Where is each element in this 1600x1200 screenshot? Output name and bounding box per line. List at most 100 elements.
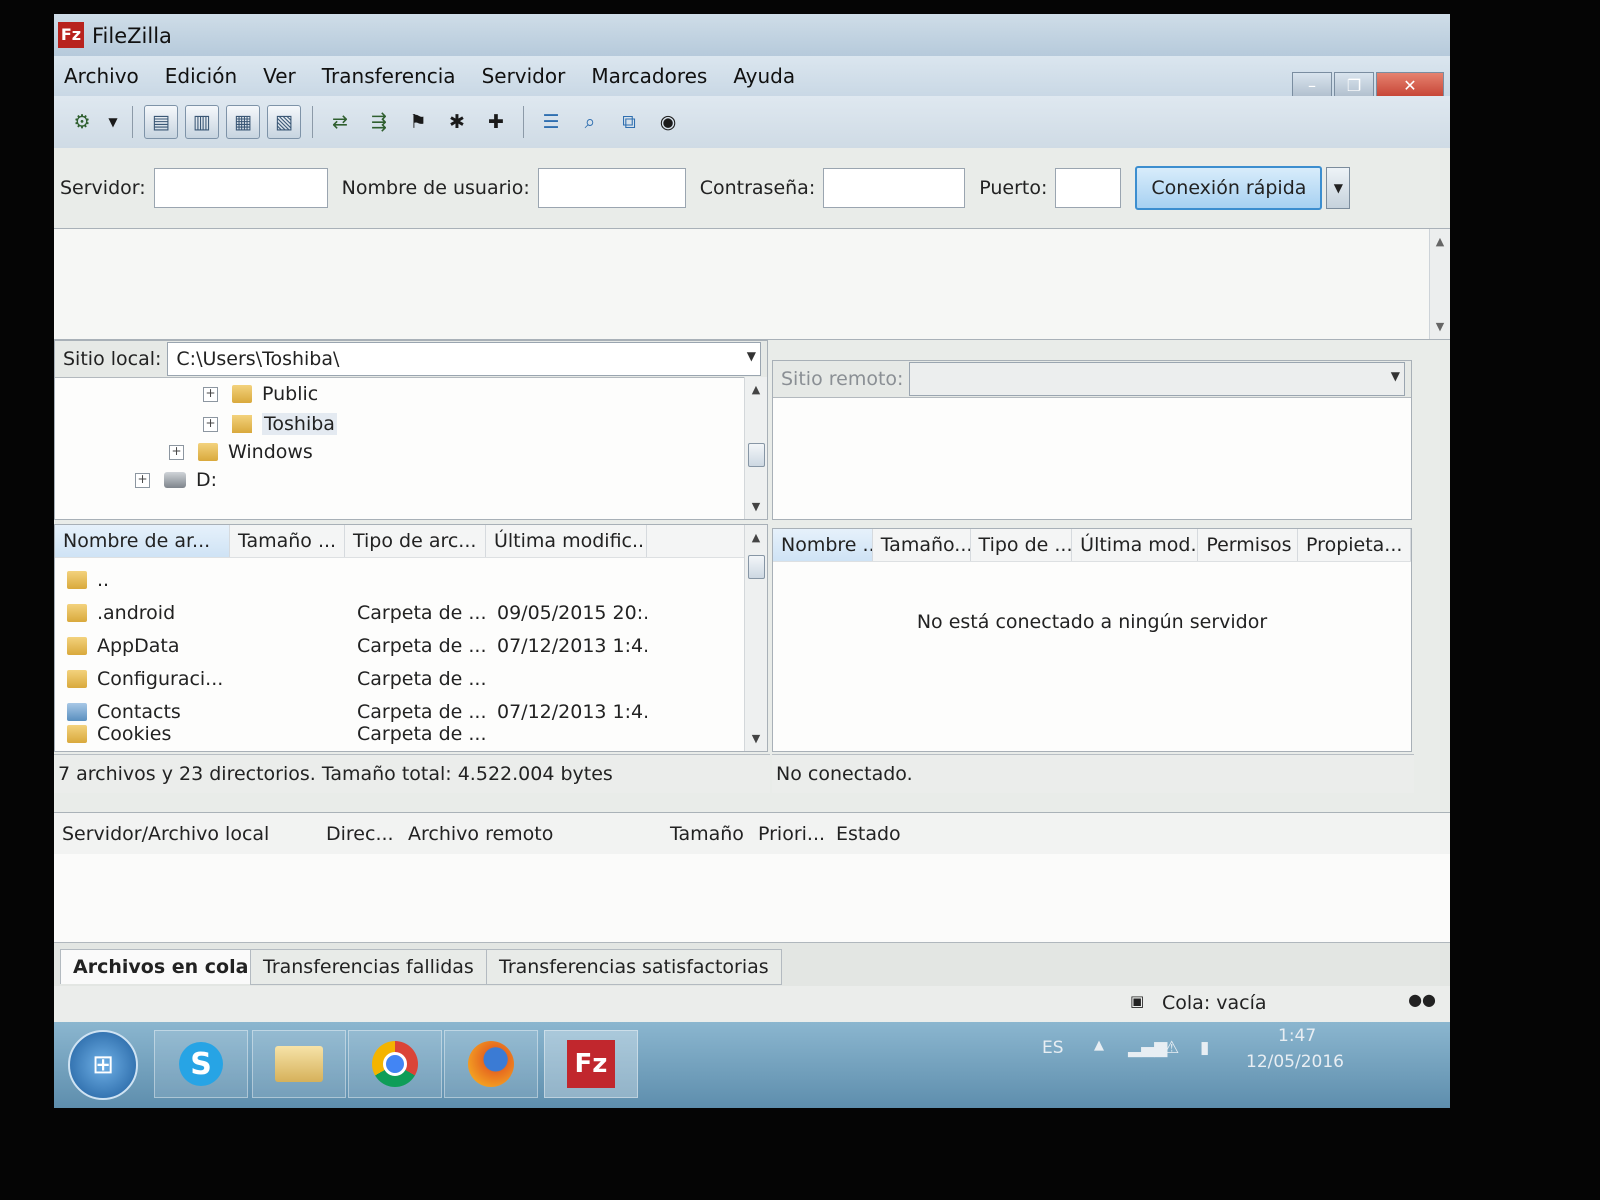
queue-col-direction[interactable]: Direc...	[326, 823, 408, 845]
reconnect-icon[interactable]: ✚	[480, 106, 512, 138]
chrome-icon[interactable]	[348, 1030, 442, 1098]
disconnect-icon[interactable]: ✱	[441, 106, 473, 138]
menu-marcadores[interactable]: Marcadores	[591, 64, 707, 88]
cancel-icon[interactable]: ⚑	[402, 106, 434, 138]
local-file-scrollbar[interactable]: ▲ ▼	[744, 525, 767, 751]
sync-browsing-icon[interactable]: ⧉	[613, 106, 645, 138]
queue-status-icon: ▣	[1130, 992, 1145, 1010]
remote-site-bar: Sitio remoto: ▼	[773, 361, 1411, 398]
menu-archivo[interactable]: Archivo	[64, 64, 139, 88]
dropdown-arrow-icon[interactable]: ▼	[105, 106, 121, 138]
battery-icon[interactable]: ▮	[1200, 1038, 1209, 1058]
tab-failed-transfers[interactable]: Transferencias fallidas	[250, 949, 487, 985]
password-input[interactable]	[823, 168, 966, 208]
tree-item-toshiba[interactable]: + Toshiba	[203, 413, 337, 435]
firefox-icon[interactable]	[444, 1030, 538, 1098]
chevron-down-icon[interactable]: ▼	[1391, 369, 1400, 383]
file-row[interactable]: AppData Carpeta de ... 07/12/2013 1:4...	[55, 629, 647, 662]
skype-icon[interactable]: S	[154, 1030, 248, 1098]
port-label: Puerto:	[979, 177, 1048, 199]
chevron-down-icon[interactable]: ▼	[747, 349, 756, 363]
remote-path-combo[interactable]: ▼	[909, 362, 1405, 396]
antivirus-icon[interactable]: ⚠	[1164, 1038, 1179, 1058]
filezilla-icon[interactable]: Fz	[544, 1030, 638, 1098]
start-orb-icon[interactable]: ⊞	[68, 1030, 138, 1100]
expand-icon[interactable]: +	[203, 416, 218, 432]
clock-date[interactable]: 12/05/2016	[1246, 1052, 1344, 1072]
search-icon[interactable]: ◉	[652, 106, 684, 138]
local-status-text: 7 archivos y 23 directorios. Tamaño tota…	[58, 763, 613, 785]
show-hidden-icons-icon[interactable]: ▲	[1094, 1038, 1104, 1053]
toggle-queue-icon[interactable]: ▧	[267, 105, 301, 139]
column-header-size[interactable]: Tamaño ...	[230, 525, 345, 557]
column-header-owner[interactable]: Propieta...	[1298, 529, 1411, 561]
language-indicator[interactable]: ES	[1042, 1038, 1064, 1058]
scroll-thumb[interactable]	[748, 555, 765, 579]
column-header-size[interactable]: Tamaño...	[873, 529, 971, 561]
scroll-up-icon[interactable]: ▲	[745, 531, 767, 544]
port-input[interactable]	[1055, 168, 1122, 208]
file-name: Configuraci...	[97, 667, 224, 690]
expand-icon[interactable]: +	[203, 386, 218, 402]
queue-col-priority[interactable]: Priori...	[758, 823, 836, 845]
menu-edicion[interactable]: Edición	[165, 64, 237, 88]
toggle-compare-icon[interactable]: ⌕	[574, 106, 606, 138]
file-row[interactable]: Cookies Carpeta de ...	[55, 717, 497, 750]
column-header-modified[interactable]: Última modific...	[486, 525, 647, 557]
scroll-down-icon[interactable]: ▼	[745, 500, 767, 513]
column-header-type[interactable]: Tipo de ...	[971, 529, 1073, 561]
column-header-modified[interactable]: Última mod...	[1072, 529, 1199, 561]
column-header-name[interactable]: Nombre ...	[773, 529, 873, 561]
toolbar-separator	[312, 106, 313, 138]
refresh-icon[interactable]: ⇄	[324, 106, 356, 138]
file-row[interactable]: Configuraci... Carpeta de ...	[55, 662, 497, 695]
tree-item-public[interactable]: + Public	[203, 383, 318, 405]
title-bar[interactable]: Fz FileZilla	[54, 14, 1450, 56]
local-path-combo[interactable]: C:\Users\Toshiba\ ▼	[167, 342, 761, 376]
queue-col-size[interactable]: Tamaño	[670, 823, 758, 845]
menu-ver[interactable]: Ver	[263, 64, 296, 88]
file-explorer-icon[interactable]	[252, 1030, 346, 1098]
tab-successful-transfers[interactable]: Transferencias satisfactorias	[486, 949, 782, 985]
scroll-up-icon[interactable]: ▲	[745, 383, 767, 396]
clock-time[interactable]: 1:47	[1278, 1026, 1316, 1046]
column-header-name[interactable]: Nombre de ar...	[55, 525, 230, 557]
column-header-type[interactable]: Tipo de arc...	[345, 525, 486, 557]
tree-item-windows[interactable]: + Windows	[169, 441, 313, 463]
username-input[interactable]	[537, 168, 686, 208]
directory-listing-filters-icon[interactable]: ☰	[535, 106, 567, 138]
local-file-list: Nombre de ar... Tamaño ... Tipo de arc..…	[54, 524, 768, 752]
queue-col-local[interactable]: Servidor/Archivo local	[54, 823, 326, 845]
expand-icon[interactable]: +	[169, 444, 184, 460]
toggle-remote-tree-icon[interactable]: ▦	[226, 105, 260, 139]
local-tree-scrollbar[interactable]: ▲ ▼	[744, 377, 767, 519]
menu-ayuda[interactable]: Ayuda	[733, 64, 795, 88]
file-row[interactable]: .android Carpeta de ... 09/05/2015 20:..…	[55, 596, 647, 629]
filezilla-window: Fz FileZilla Archivo Edición Ver Transfe…	[54, 14, 1450, 1108]
remote-tree-pane: Sitio remoto: ▼	[772, 360, 1412, 520]
not-connected-message: No está conectado a ningún servidor	[916, 611, 1268, 633]
log-scrollbar[interactable]: ▲ ▼	[1429, 229, 1450, 339]
tree-item-drive-d[interactable]: + D:	[135, 469, 217, 491]
queue-col-remote[interactable]: Archivo remoto	[408, 823, 670, 845]
queue-col-status[interactable]: Estado	[836, 823, 956, 845]
password-label: Contraseña:	[699, 177, 816, 199]
menu-transferencia[interactable]: Transferencia	[322, 64, 456, 88]
menu-servidor[interactable]: Servidor	[482, 64, 566, 88]
quickconnect-button[interactable]: Conexión rápida	[1135, 166, 1323, 210]
toggle-local-tree-icon[interactable]: ▥	[185, 105, 219, 139]
expand-icon[interactable]: +	[135, 472, 150, 488]
network-signal-icon[interactable]: ▂▄▆	[1128, 1038, 1167, 1058]
queue-list	[54, 854, 1450, 942]
site-manager-icon[interactable]: ⚙	[66, 106, 98, 138]
toggle-log-icon[interactable]: ▤	[144, 105, 178, 139]
tab-queued-files[interactable]: Archivos en cola	[60, 949, 262, 984]
remote-status-text: No conectado.	[776, 763, 913, 785]
scroll-thumb[interactable]	[748, 443, 765, 467]
process-queue-icon[interactable]: ⇶	[363, 106, 395, 138]
scroll-down-icon[interactable]: ▼	[745, 732, 767, 745]
server-input[interactable]	[153, 168, 328, 208]
quickconnect-dropdown-icon[interactable]: ▼	[1326, 167, 1351, 209]
column-header-permissions[interactable]: Permisos	[1198, 529, 1299, 561]
file-row-parent[interactable]: ..	[55, 563, 227, 596]
